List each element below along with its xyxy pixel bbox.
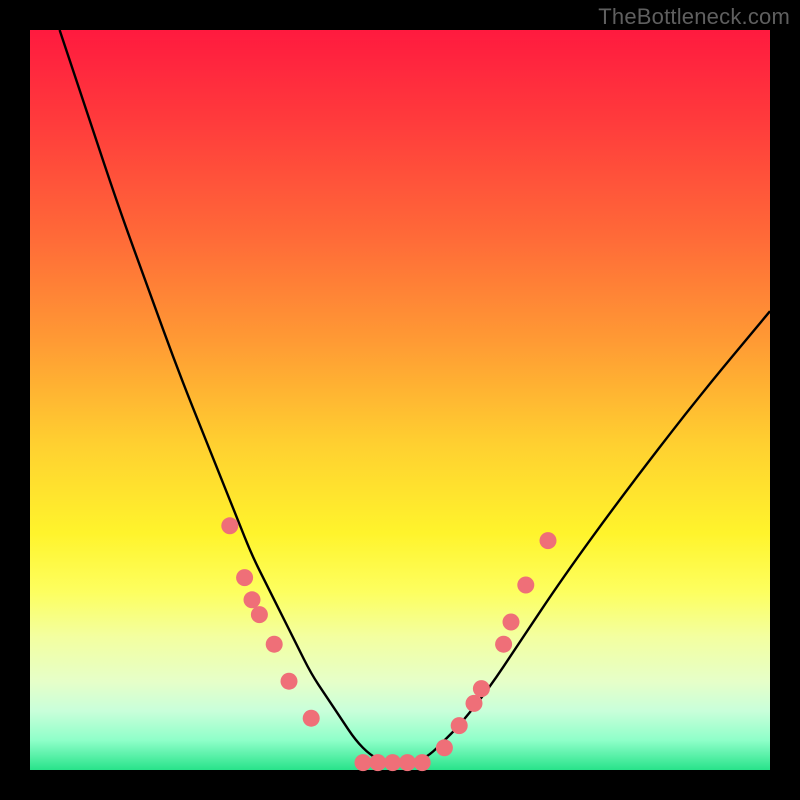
plot-area	[30, 30, 770, 770]
data-marker	[251, 606, 268, 623]
data-marker	[466, 695, 483, 712]
data-marker	[266, 636, 283, 653]
data-marker	[303, 710, 320, 727]
data-marker	[503, 614, 520, 631]
data-marker	[244, 591, 261, 608]
data-marker	[451, 717, 468, 734]
data-marker	[414, 754, 431, 771]
data-marker	[221, 517, 238, 534]
curve-layer	[30, 30, 770, 770]
data-marker	[436, 739, 453, 756]
data-marker	[236, 569, 253, 586]
data-marker	[369, 754, 386, 771]
bottleneck-curve	[60, 30, 770, 763]
watermark-text: TheBottleneck.com	[598, 4, 790, 30]
marker-group	[221, 517, 556, 771]
data-marker	[281, 673, 298, 690]
data-marker	[540, 532, 557, 549]
data-marker	[473, 680, 490, 697]
data-marker	[355, 754, 372, 771]
data-marker	[495, 636, 512, 653]
data-marker	[399, 754, 416, 771]
chart-frame: TheBottleneck.com	[0, 0, 800, 800]
data-marker	[517, 577, 534, 594]
data-marker	[384, 754, 401, 771]
